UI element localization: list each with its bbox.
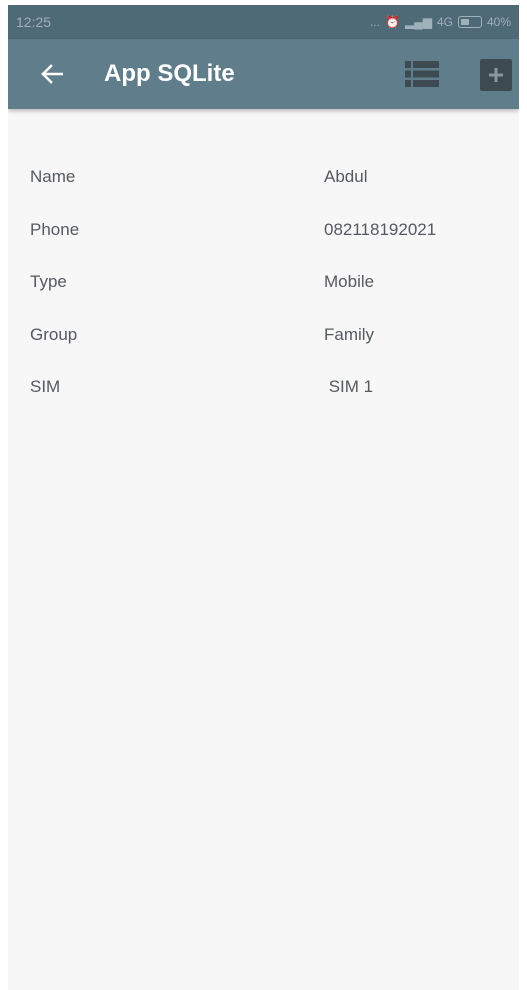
detail-value: Abdul bbox=[324, 167, 368, 187]
detail-label: Type bbox=[30, 272, 67, 292]
detail-row-group: Group Family bbox=[8, 309, 519, 362]
detail-value: Mobile bbox=[324, 272, 375, 292]
detail-row-name: Name Abdul bbox=[8, 151, 519, 204]
alarm-icon: ⏰ bbox=[385, 15, 400, 29]
status-bar: 12:25 ... ⏰ ▂▄▆ 4G 40% bbox=[8, 5, 519, 39]
app-title: App SQLite bbox=[104, 60, 235, 87]
detail-value: Family bbox=[324, 324, 375, 344]
detail-label: SIM bbox=[30, 377, 61, 397]
status-time: 12:25 bbox=[16, 14, 52, 30]
list-icon bbox=[405, 61, 439, 87]
status-indicators: ... ⏰ ▂▄▆ 4G 40% bbox=[370, 15, 511, 29]
battery-percent: 40% bbox=[486, 15, 511, 29]
back-button[interactable] bbox=[30, 52, 74, 96]
network-type: 4G bbox=[436, 15, 453, 29]
detail-value: 082118192021 bbox=[324, 219, 437, 239]
detail-label: Group bbox=[30, 324, 78, 344]
detail-label: Name bbox=[30, 167, 76, 187]
detail-label: Phone bbox=[30, 219, 80, 239]
list-button[interactable] bbox=[405, 61, 439, 87]
app-bar: App SQLite bbox=[8, 39, 519, 109]
signal-icon: ▂▄▆ bbox=[404, 15, 432, 29]
detail-row-sim: SIM SIM 1 bbox=[8, 361, 519, 414]
detail-row-phone: Phone 082118192021 bbox=[8, 204, 519, 257]
battery-icon bbox=[457, 16, 482, 28]
notification-dots: ... bbox=[370, 15, 381, 29]
arrow-left-icon bbox=[41, 64, 63, 84]
detail-value: SIM 1 bbox=[324, 377, 374, 397]
detail-list: Name Abdul Phone 082118192021 Type Mobil… bbox=[8, 109, 519, 414]
detail-row-type: Type Mobile bbox=[8, 256, 519, 309]
add-button[interactable] bbox=[480, 59, 512, 91]
phone-screen: 12:25 ... ⏰ ▂▄▆ 4G 40% App SQLite Name A… bbox=[8, 5, 519, 990]
plus-icon bbox=[489, 68, 503, 82]
